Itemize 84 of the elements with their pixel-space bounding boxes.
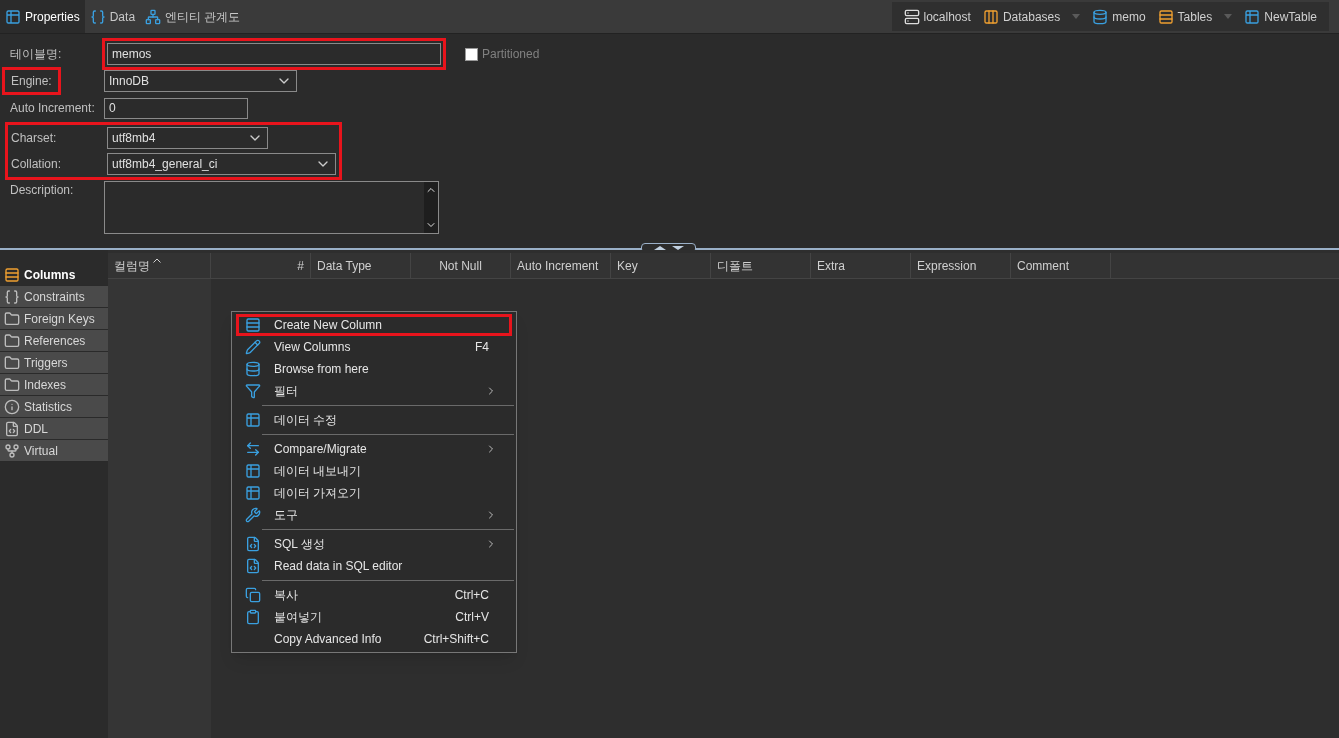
column-header[interactable]: Comment xyxy=(1011,253,1111,278)
sidebar-tab[interactable]: References xyxy=(0,330,108,352)
code-file-icon xyxy=(4,420,20,437)
menu-item[interactable]: 붙여넣기 Ctrl+V xyxy=(236,606,512,628)
auto-increment-field[interactable]: 0 xyxy=(104,97,248,119)
menu-item[interactable]: Copy Advanced Info Ctrl+Shift+C xyxy=(236,628,512,650)
column-header[interactable]: Expression xyxy=(911,253,1011,278)
dropdown-field[interactable]: utf8mb4_general_ci xyxy=(107,153,336,175)
table-icon xyxy=(4,266,20,283)
editor-tab[interactable]: 엔티티 관계도 xyxy=(140,0,246,33)
braces-icon xyxy=(89,8,106,25)
column-header[interactable]: 컬럼명 xyxy=(108,253,211,278)
table-icon xyxy=(245,412,261,428)
dropdown-field[interactable]: InnoDB xyxy=(104,70,297,92)
menu-item[interactable]: 도구 xyxy=(236,504,512,526)
menu-item[interactable]: View Columns F4 xyxy=(236,336,512,358)
clipboard-icon xyxy=(245,609,261,625)
dropdown-field[interactable]: utf8mb4 xyxy=(107,127,268,149)
compare-arrows-icon xyxy=(245,441,261,457)
table-icon xyxy=(245,485,261,501)
column-header[interactable]: 디폴트 xyxy=(711,253,811,278)
breadcrumb-item[interactable]: localhost xyxy=(903,7,971,26)
field-label: Collation: xyxy=(11,156,63,173)
column-header[interactable]: Auto Increment xyxy=(511,253,611,278)
copy-icon xyxy=(245,587,261,603)
sidebar-tab[interactable]: Indexes xyxy=(0,374,108,396)
folder-icon xyxy=(4,310,20,327)
breadcrumb-item[interactable]: Tables xyxy=(1157,7,1213,26)
partitioned-checkbox[interactable] xyxy=(465,47,478,61)
braces-icon xyxy=(4,288,20,305)
sidebar-tab[interactable]: Statistics xyxy=(0,396,108,418)
info-icon xyxy=(4,398,20,415)
filter-icon xyxy=(245,383,261,399)
description-field[interactable] xyxy=(104,181,439,234)
breadcrumb-item[interactable]: memo xyxy=(1092,7,1146,26)
wrench-icon xyxy=(245,507,261,523)
folder-icon xyxy=(4,376,20,393)
field-label: Description: xyxy=(9,182,75,199)
menu-item[interactable]: Browse from here xyxy=(236,358,512,380)
column-header[interactable]: Data Type xyxy=(311,253,411,278)
table-icon xyxy=(245,463,261,479)
table-icon xyxy=(1157,8,1174,25)
pencil-icon xyxy=(245,339,261,355)
sidebar-tab[interactable]: Triggers xyxy=(0,352,108,374)
field-label: 테이블명: xyxy=(9,46,63,63)
code-file-icon xyxy=(245,536,261,552)
breadcrumb-item[interactable]: Databases xyxy=(982,7,1061,26)
field-label: Auto Increment: xyxy=(9,100,96,117)
menu-item[interactable]: 데이터 내보내기 xyxy=(236,460,512,482)
menu-item[interactable]: 데이터 가져오기 xyxy=(236,482,512,504)
sidebar-tab[interactable]: Constraints xyxy=(0,286,108,308)
column-header[interactable]: Not Null xyxy=(411,253,511,278)
editor-tab[interactable]: Data xyxy=(84,0,141,33)
menu-item[interactable]: Read data in SQL editor xyxy=(236,555,512,577)
folder-icon xyxy=(4,354,20,371)
column-icon xyxy=(245,317,261,333)
database-icon xyxy=(1092,8,1109,25)
menu-item[interactable]: Compare/Migrate xyxy=(236,438,512,460)
editor-tab[interactable]: Properties xyxy=(0,0,85,33)
nodes-icon xyxy=(4,442,20,459)
checkbox-label: Partitioned xyxy=(482,46,540,63)
field-label: Engine: xyxy=(2,67,61,95)
menu-item[interactable]: Create New Column xyxy=(236,314,512,336)
sidebar-tab[interactable]: Foreign Keys xyxy=(0,308,108,330)
folder-icon xyxy=(4,332,20,349)
sidebar-tab[interactable]: DDL xyxy=(0,418,108,440)
column-header[interactable]: Key xyxy=(611,253,711,278)
server-icon xyxy=(903,8,920,25)
menu-item[interactable]: 복사 Ctrl+C xyxy=(236,584,512,606)
column-header[interactable]: # xyxy=(211,253,311,278)
table-icon xyxy=(1244,8,1261,25)
field-label: Charset: xyxy=(11,130,58,147)
code-file-icon xyxy=(245,558,261,574)
sidebar-tab[interactable]: Virtual xyxy=(0,440,108,462)
hierarchy-icon xyxy=(145,8,162,25)
database-icon xyxy=(245,361,261,377)
table-name-field[interactable]: memos xyxy=(107,43,441,65)
columns-icon xyxy=(982,8,999,25)
column-header[interactable]: Extra xyxy=(811,253,911,278)
menu-item[interactable]: 데이터 수정 xyxy=(236,409,512,431)
table-icon xyxy=(5,8,21,25)
menu-item[interactable]: 필터 xyxy=(236,380,512,402)
breadcrumb-item[interactable]: NewTable xyxy=(1244,7,1317,26)
menu-item[interactable]: SQL 생성 xyxy=(236,533,512,555)
